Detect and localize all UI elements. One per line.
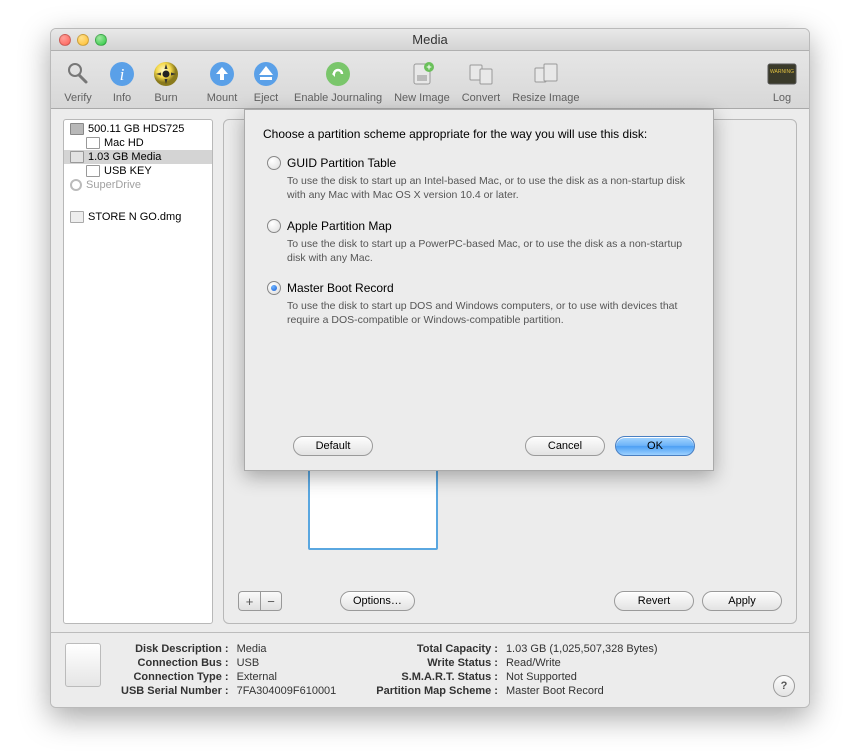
radio-guid[interactable] [267,156,281,170]
svg-text:i: i [120,65,125,84]
enable-journaling-button[interactable]: Enable Journaling [289,58,387,106]
usb-icon [70,151,84,163]
apply-button[interactable]: Apply [702,591,782,611]
toolbar: Verify i Info Burn Mount Eject Enable Jo… [51,51,809,109]
sidebar-disk-hds[interactable]: 500.11 GB HDS725 [64,122,212,136]
volume-icon [86,165,100,177]
svg-text:+: + [426,62,431,72]
info-col-right: Total Capacity :1.03 GB (1,025,507,328 B… [376,643,657,697]
radio-mbr[interactable] [267,281,281,295]
options-button[interactable]: Options… [340,591,415,611]
optical-icon [70,179,82,191]
option-guid[interactable]: GUID Partition Table To use the disk to … [267,156,695,202]
sheet-prompt: Choose a partition scheme appropriate fo… [263,126,695,142]
add-partition-button[interactable]: + [238,591,260,611]
mount-button[interactable]: Mount [201,58,243,106]
volume-icon [86,137,100,149]
radio-apm[interactable] [267,219,281,233]
disk-sidebar: 500.11 GB HDS725 Mac HD 1.03 GB Media US… [63,119,213,624]
sidebar-disk-media[interactable]: 1.03 GB Media [64,150,212,164]
info-button[interactable]: i Info [101,58,143,106]
default-button[interactable]: Default [293,436,373,456]
option-mbr[interactable]: Master Boot Record To use the disk to st… [267,281,695,327]
verify-button[interactable]: Verify [57,58,99,106]
remove-partition-button[interactable]: − [260,591,282,611]
info-col-left: Disk Description :Media Connection Bus :… [121,643,336,697]
window-title: Media [51,32,809,47]
drive-icon [65,643,101,687]
resize-image-button[interactable]: Resize Image [507,58,584,106]
burn-button[interactable]: Burn [145,58,187,106]
partition-scheme-sheet: Choose a partition scheme appropriate fo… [244,109,714,471]
cancel-button[interactable]: Cancel [525,436,605,456]
ok-button[interactable]: OK [615,436,695,456]
help-button[interactable]: ? [773,675,795,697]
log-button[interactable]: WARNING Log [761,58,803,106]
convert-button[interactable]: Convert [457,58,506,106]
disk-info-bar: Disk Description :Media Connection Bus :… [51,632,809,707]
revert-button[interactable]: Revert [614,591,694,611]
hdd-icon [70,123,84,135]
sidebar-dmg-storengo[interactable]: STORE N GO.dmg [64,210,212,224]
sidebar-volume-usbkey[interactable]: USB KEY [64,164,212,178]
eject-button[interactable]: Eject [245,58,287,106]
new-image-button[interactable]: + New Image [389,58,455,106]
sidebar-superdrive[interactable]: SuperDrive [64,178,212,192]
titlebar: Media [51,29,809,51]
dmg-icon [70,211,84,223]
disk-utility-window: Media Verify i Info Burn Mount Eject Ena… [50,28,810,708]
svg-text:WARNING: WARNING [770,69,794,75]
sidebar-volume-machd[interactable]: Mac HD [64,136,212,150]
option-apm[interactable]: Apple Partition Map To use the disk to s… [267,219,695,265]
